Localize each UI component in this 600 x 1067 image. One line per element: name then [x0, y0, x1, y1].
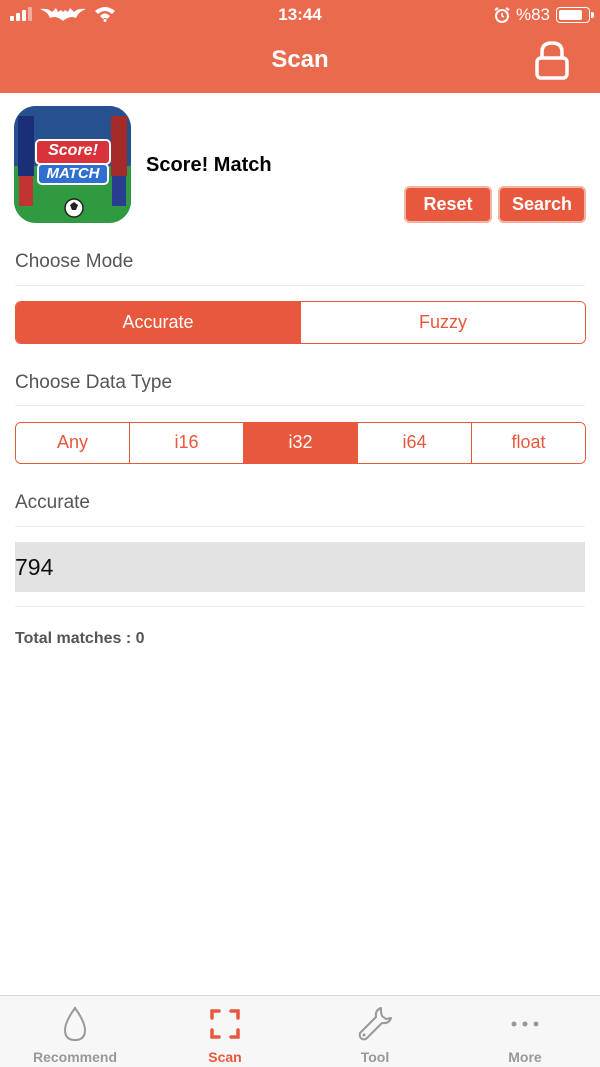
mode-segmented-control: Accurate Fuzzy — [15, 301, 586, 344]
drop-icon — [63, 1006, 87, 1042]
data-type-option-i64[interactable]: i64 — [358, 423, 472, 463]
mode-option-accurate[interactable]: Accurate — [16, 302, 301, 343]
battery-icon — [556, 7, 594, 23]
status-bar: 13:44 %83 — [0, 0, 600, 32]
alarm-icon — [494, 7, 510, 23]
data-type-segmented-control: Any i16 i32 i64 float — [15, 422, 586, 464]
battery-percent: %83 — [515, 5, 550, 24]
divider — [15, 405, 585, 406]
choose-data-type-label: Choose Data Type — [15, 372, 173, 393]
data-type-option-float[interactable]: float — [472, 423, 585, 463]
search-value-input[interactable]: 794 — [15, 542, 585, 592]
tab-label: More — [508, 1049, 542, 1065]
app-icon-title-top: Score! — [48, 142, 98, 159]
divider — [15, 526, 585, 527]
choose-mode-label: Choose Mode — [15, 251, 134, 272]
tab-label: Scan — [208, 1049, 242, 1065]
total-matches: Total matches : 0 — [15, 630, 145, 647]
page-title: Scan — [271, 46, 329, 73]
data-type-option-i32[interactable]: i32 — [244, 423, 358, 463]
wrench-icon — [358, 1007, 392, 1041]
tab-tool[interactable]: Tool — [300, 996, 450, 1067]
tab-label: Tool — [360, 1049, 390, 1065]
tab-recommend[interactable]: Recommend — [0, 996, 150, 1067]
more-dots-icon — [511, 1021, 539, 1027]
scan-frame-icon — [210, 1009, 240, 1039]
app-icon-title-bottom: MATCH — [46, 165, 100, 182]
app-name: Score! Match — [146, 154, 272, 176]
tab-label: Recommend — [32, 1049, 118, 1065]
app-icon: Score! MATCH — [14, 106, 131, 223]
divider — [15, 285, 585, 286]
value-label: Accurate — [15, 492, 90, 513]
search-button[interactable]: Search — [498, 186, 586, 223]
tab-bar: Recommend Scan Tool More — [0, 995, 600, 1067]
tab-more[interactable]: More — [450, 996, 600, 1067]
lock-icon[interactable] — [532, 40, 572, 82]
reset-button[interactable]: Reset — [404, 186, 492, 223]
mode-option-fuzzy[interactable]: Fuzzy — [301, 302, 585, 343]
status-right: %83 — [494, 5, 594, 25]
tab-scan[interactable]: Scan — [150, 996, 300, 1067]
data-type-option-any[interactable]: Any — [16, 423, 130, 463]
divider — [15, 606, 585, 607]
battery-fill — [559, 10, 583, 20]
header: 13:44 %83 Scan — [0, 0, 600, 93]
data-type-option-i16[interactable]: i16 — [130, 423, 244, 463]
